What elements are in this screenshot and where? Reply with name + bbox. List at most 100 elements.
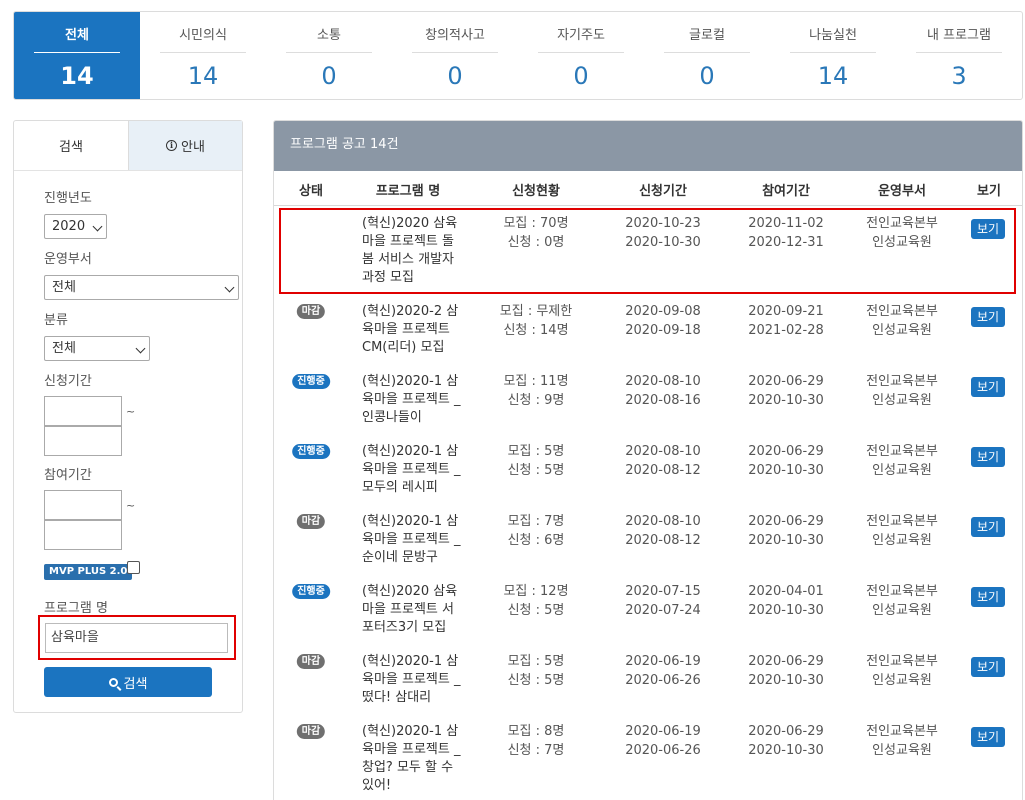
- info-icon: i: [166, 140, 178, 151]
- category-label: 자기주도: [557, 28, 605, 43]
- dept-primary: 전인교육본부: [866, 444, 938, 459]
- apply-end-date: 2020-09-18: [625, 323, 701, 338]
- category-filter-label: 분류: [44, 313, 68, 328]
- recruit-count: 모집 : 무제한: [499, 304, 573, 319]
- search-panel-tabs: 검색 i 안내: [14, 121, 242, 171]
- program-name: (혁신)2020 삼육마을 프로젝트 서포터즈3기 모집: [362, 584, 458, 635]
- category-tab-citizenship[interactable]: 시민의식 14: [140, 12, 266, 99]
- apply-start-input[interactable]: [44, 396, 122, 426]
- column-participate-period: 참여기간: [762, 184, 810, 199]
- status-badge: 진행중: [292, 374, 330, 389]
- view-button[interactable]: 보기: [971, 447, 1005, 467]
- search-button-label: 검색: [123, 676, 148, 692]
- program-name: (혁신)2020-1 삼육마을 프로젝트 _창업? 모두 할 수 있어!: [362, 724, 461, 793]
- participate-end-date: 2021-02-28: [748, 323, 824, 338]
- status-badge: 마감: [296, 654, 326, 669]
- apply-end-date: 2020-08-12: [625, 533, 701, 548]
- category-count: 0: [699, 62, 715, 90]
- chevron-down-icon: [135, 343, 146, 354]
- category-count: 14: [817, 62, 849, 90]
- category-tabs: 전체 14 시민의식 14 소통 0 창의적사고 0 자기주도 0 글로컬 0 …: [13, 11, 1023, 100]
- apply-start-date: 2020-06-19: [625, 724, 701, 739]
- category-tab-all[interactable]: 전체 14: [14, 12, 140, 99]
- participate-end-input[interactable]: [44, 520, 122, 550]
- recruit-count: 모집 : 8명: [507, 724, 565, 739]
- column-apply-status: 신청현황: [512, 184, 560, 199]
- status-badge: 마감: [296, 724, 326, 739]
- program-list-panel: 프로그램 공고 14건 상태 프로그램 명 신청현황 신청기간 참여기간 운영부…: [273, 120, 1023, 800]
- category-tab-my-programs[interactable]: 내 프로그램 3: [896, 12, 1022, 99]
- dept-secondary: 인성교육원: [872, 323, 932, 338]
- category-tab-creative-thinking[interactable]: 창의적사고 0: [392, 12, 518, 99]
- apply-end-date: 2020-08-12: [625, 463, 701, 478]
- category-divider: [160, 52, 246, 53]
- apply-start-date: 2020-07-15: [625, 584, 701, 599]
- apply-start-date: 2020-08-10: [625, 444, 701, 459]
- dept-label: 운영부서: [44, 252, 92, 267]
- apply-start-date: 2020-08-10: [625, 374, 701, 389]
- column-dept: 운영부서: [878, 184, 926, 199]
- apply-period-tilde: ~: [126, 405, 136, 418]
- participate-start-date: 2020-09-21: [748, 304, 824, 319]
- participate-end-date: 2020-10-30: [748, 743, 824, 758]
- view-button[interactable]: 보기: [971, 377, 1005, 397]
- category-tab-glocal[interactable]: 글로컬 0: [644, 12, 770, 99]
- tab-search-label: 검색: [59, 140, 83, 155]
- dept-primary: 전인교육본부: [866, 304, 938, 319]
- recruit-count: 모집 : 12명: [503, 584, 569, 599]
- category-tab-self-directed[interactable]: 자기주도 0: [518, 12, 644, 99]
- dept-primary: 전인교육본부: [866, 724, 938, 739]
- search-icon: [108, 677, 118, 687]
- category-divider: [34, 52, 120, 53]
- chevron-down-icon: [224, 282, 235, 293]
- applied-count: 신청 : 14명: [503, 323, 569, 338]
- participate-start-date: 2020-06-29: [748, 374, 824, 389]
- category-label: 나눔실천: [809, 28, 857, 43]
- participate-start-date: 2020-06-29: [748, 724, 824, 739]
- participate-start-input[interactable]: [44, 490, 122, 520]
- view-button[interactable]: 보기: [971, 727, 1005, 747]
- status-badge: 마감: [296, 304, 326, 319]
- category-label: 소통: [317, 28, 341, 43]
- dept-primary: 전인교육본부: [866, 654, 938, 669]
- dept-select[interactable]: 전체: [44, 275, 239, 300]
- apply-end-date: 2020-08-16: [625, 393, 701, 408]
- participate-period-tilde: ~: [126, 499, 136, 512]
- view-button[interactable]: 보기: [971, 517, 1005, 537]
- category-tab-communication[interactable]: 소통 0: [266, 12, 392, 99]
- view-button[interactable]: 보기: [971, 587, 1005, 607]
- status-badge: 진행중: [292, 584, 330, 599]
- view-button[interactable]: 보기: [971, 657, 1005, 677]
- tab-info[interactable]: i 안내: [128, 121, 242, 170]
- apply-period-label: 신청기간: [44, 374, 92, 389]
- view-button[interactable]: 보기: [971, 307, 1005, 327]
- category-divider: [664, 52, 750, 53]
- category-count: 0: [321, 62, 337, 90]
- category-label: 글로컬: [689, 28, 725, 43]
- year-label: 진행년도: [44, 191, 92, 206]
- table-header: 상태 프로그램 명 신청현황 신청기간 참여기간 운영부서 보기: [274, 171, 1022, 206]
- column-status: 상태: [299, 184, 323, 199]
- year-select[interactable]: 2020: [44, 214, 107, 239]
- dept-secondary: 인성교육원: [872, 393, 932, 408]
- program-name-input[interactable]: 삼육마을: [45, 623, 228, 653]
- mvp-plus-checkbox[interactable]: [127, 561, 140, 574]
- highlight-box: [279, 208, 1016, 294]
- applied-count: 신청 : 7명: [507, 743, 565, 758]
- search-button[interactable]: 검색: [44, 667, 212, 697]
- category-select-value: 전체: [52, 341, 76, 356]
- participate-start-date: 2020-04-01: [748, 584, 824, 599]
- category-select[interactable]: 전체: [44, 336, 150, 361]
- recruit-count: 모집 : 7명: [507, 514, 565, 529]
- program-name: (혁신)2020-1 삼육마을 프로젝트 _떴다! 삼대리: [362, 654, 461, 705]
- recruit-count: 모집 : 11명: [503, 374, 569, 389]
- category-tab-sharing[interactable]: 나눔실천 14: [770, 12, 896, 99]
- program-name: (혁신)2020-1 삼육마을 프로젝트 _인콩나들이: [362, 374, 461, 425]
- tab-search[interactable]: 검색: [14, 121, 128, 170]
- dept-secondary: 인성교육원: [872, 743, 932, 758]
- applied-count: 신청 : 9명: [507, 393, 565, 408]
- column-apply-period: 신청기간: [639, 184, 687, 199]
- category-divider: [790, 52, 876, 53]
- applied-count: 신청 : 5명: [507, 463, 565, 478]
- apply-end-input[interactable]: [44, 426, 122, 456]
